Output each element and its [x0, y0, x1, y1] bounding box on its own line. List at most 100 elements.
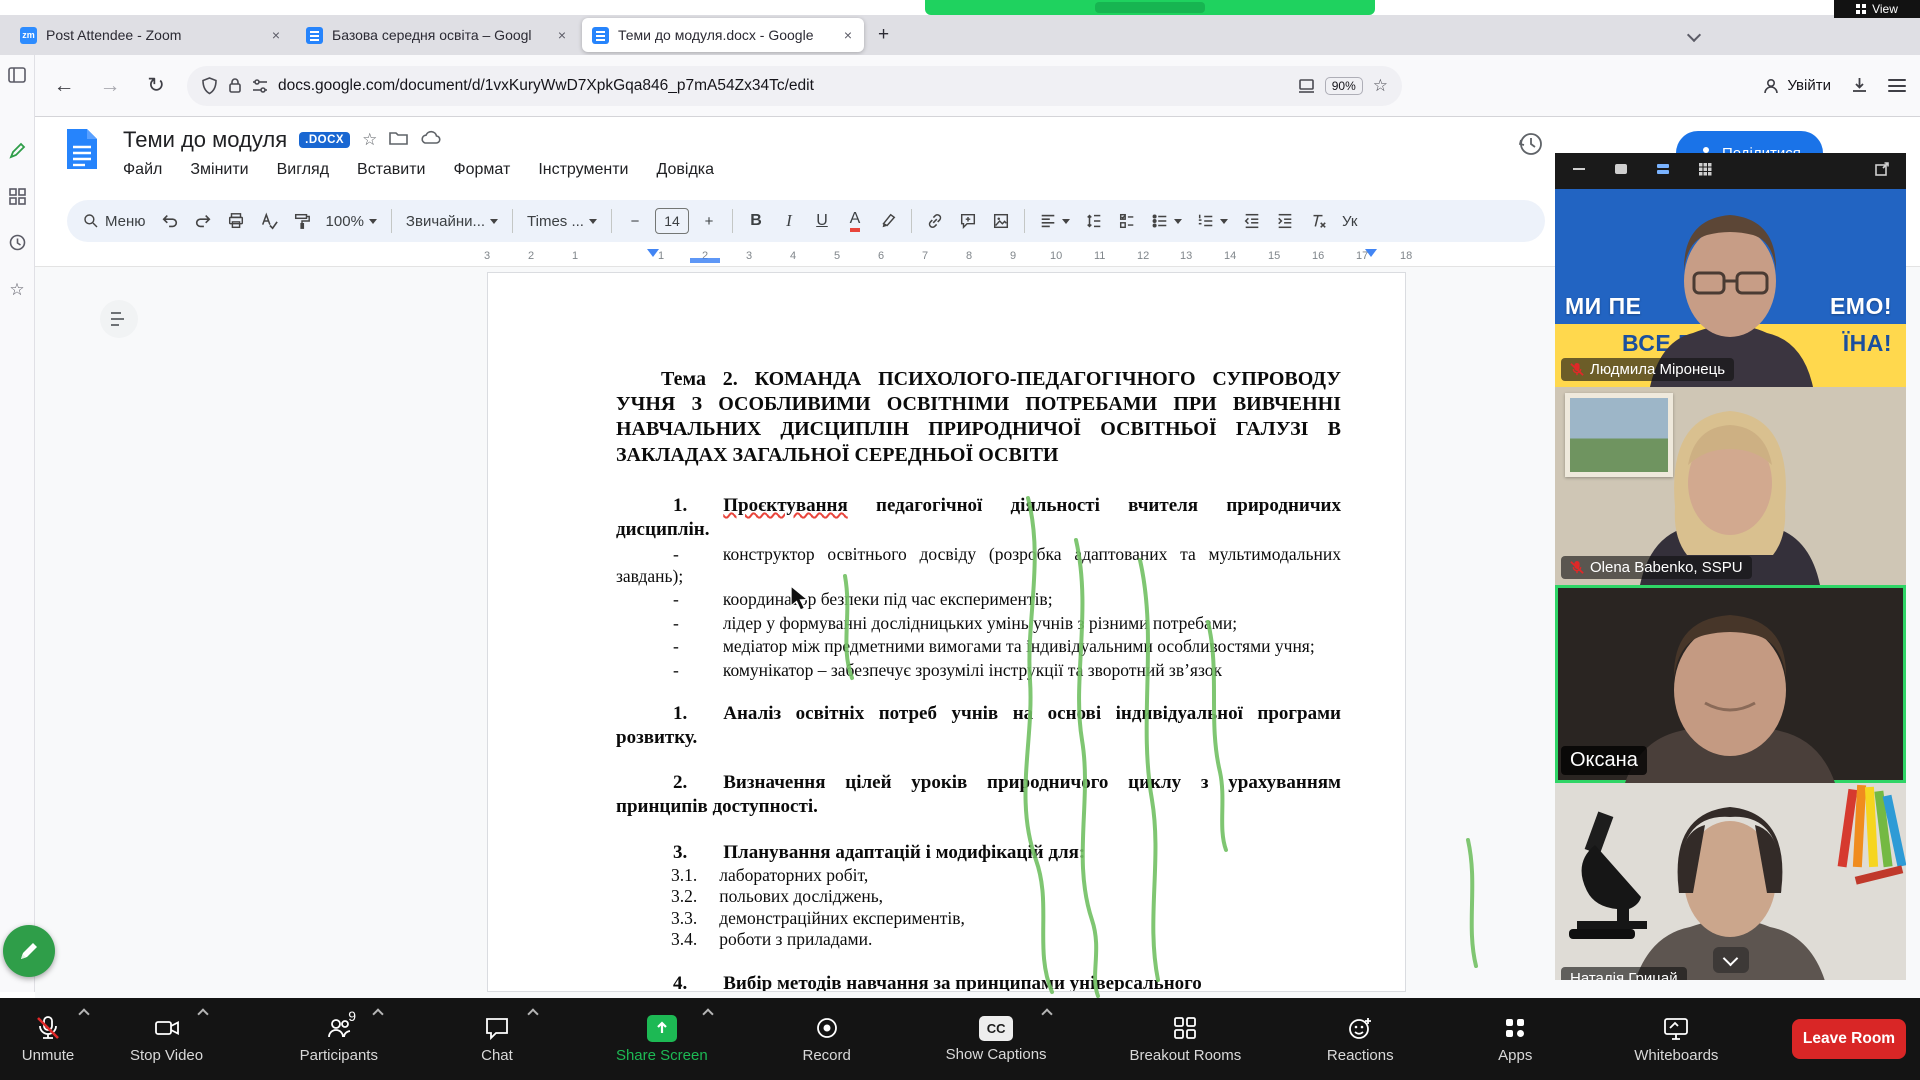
version-history-icon[interactable]: [1518, 131, 1544, 162]
chevron-up-icon[interactable]: [197, 1008, 208, 1019]
close-icon[interactable]: ×: [556, 26, 568, 44]
document-outline-button[interactable]: [100, 300, 138, 338]
new-tab-button[interactable]: +: [868, 24, 899, 46]
video-tile-lyudmyla[interactable]: МИ ПЕ ЕМО! ВСЕ Б ЇНА! Людмила Міронець: [1555, 189, 1906, 387]
bold-button[interactable]: B: [743, 206, 769, 236]
permissions-sliders-icon[interactable]: [252, 79, 268, 93]
apps-button[interactable]: Apps: [1479, 1004, 1551, 1074]
add-comment-icon[interactable]: [955, 206, 981, 236]
menus-search-button[interactable]: Меню: [79, 213, 150, 230]
clear-formatting-icon[interactable]: [1305, 206, 1331, 236]
chat-button[interactable]: Chat: [461, 1004, 533, 1074]
font-size-increase-button[interactable]: +: [696, 206, 722, 236]
chevron-up-icon[interactable]: [372, 1008, 383, 1019]
chevron-up-icon[interactable]: [78, 1008, 89, 1019]
insert-link-icon[interactable]: [922, 206, 948, 236]
save-page-icon[interactable]: [1298, 78, 1315, 94]
font-size-field[interactable]: 14: [655, 208, 689, 234]
menu-edit[interactable]: Змінити: [190, 161, 248, 179]
font-size-decrease-button[interactable]: −: [622, 206, 648, 236]
left-indent-marker[interactable]: [647, 249, 659, 257]
italic-button[interactable]: I: [776, 206, 802, 236]
annotate-pen-icon[interactable]: [9, 142, 26, 164]
video-tile-olena[interactable]: Olena Babenko, SSPU: [1555, 387, 1906, 585]
star-document-icon[interactable]: ☆: [362, 130, 377, 150]
menu-view[interactable]: Вигляд: [277, 161, 329, 179]
gallery-view-icon[interactable]: [1697, 161, 1713, 182]
close-icon[interactable]: ×: [842, 26, 854, 44]
bookmarks-star-icon[interactable]: ☆: [9, 280, 24, 300]
url-bar[interactable]: docs.google.com/document/d/1vxKuryWwD7Xp…: [187, 66, 1402, 106]
document-page[interactable]: Тема 2. КОМАНДА ПСИХОЛОГО-ПЕДАГОГІЧНОГО …: [487, 272, 1406, 992]
reactions-button[interactable]: Reactions: [1324, 1004, 1396, 1074]
tab-bazova-serednya-osvita[interactable]: Базова середня освіта – Googl ×: [296, 18, 578, 52]
undo-icon[interactable]: [157, 206, 183, 236]
menu-tools[interactable]: Інструменти: [538, 161, 628, 179]
bookmark-star-icon[interactable]: ☆: [1373, 76, 1388, 96]
menu-format[interactable]: Формат: [453, 161, 510, 179]
leave-room-button[interactable]: Leave Room: [1792, 1019, 1906, 1059]
video-tile-oksana[interactable]: Оксана: [1555, 585, 1906, 783]
zoom-view-menu[interactable]: View: [1834, 0, 1920, 18]
menu-insert[interactable]: Вставити: [357, 161, 425, 179]
history-clock-icon[interactable]: [9, 234, 26, 256]
numbered-list-select[interactable]: [1193, 212, 1232, 230]
move-folder-icon[interactable]: [389, 130, 408, 151]
spellcheck-icon[interactable]: [256, 206, 282, 236]
share-screen-button[interactable]: Share Screen: [616, 1004, 708, 1074]
text-color-button[interactable]: A: [850, 211, 861, 232]
checklist-icon[interactable]: [1114, 206, 1140, 236]
print-icon[interactable]: [223, 206, 249, 236]
record-button[interactable]: Record: [791, 1004, 863, 1074]
highlight-color-icon[interactable]: [875, 206, 901, 236]
increase-indent-icon[interactable]: [1272, 206, 1298, 236]
participants-button[interactable]: 9 Participants: [300, 1004, 378, 1074]
show-captions-button[interactable]: CC Show Captions: [946, 1004, 1047, 1074]
cloud-status-icon[interactable]: [420, 130, 441, 150]
paragraph-style-select[interactable]: Звичайни...: [402, 213, 502, 230]
lock-icon[interactable]: [228, 77, 242, 94]
menu-file[interactable]: Файл: [123, 161, 162, 179]
tab-zoom-post-attendee[interactable]: zm Post Attendee - Zoom ×: [10, 18, 292, 52]
video-tile-nataliya[interactable]: Наталія Грицай: [1555, 783, 1906, 980]
blocks-icon[interactable]: [9, 188, 26, 210]
unmute-button[interactable]: Unmute: [12, 1004, 84, 1074]
firefox-signin-button[interactable]: Увійти: [1762, 77, 1831, 95]
downloads-icon[interactable]: [1851, 77, 1868, 94]
chevron-up-icon[interactable]: [702, 1008, 713, 1019]
chevron-up-icon[interactable]: [527, 1008, 538, 1019]
shield-icon[interactable]: [201, 77, 218, 95]
reload-button[interactable]: ↻: [141, 73, 171, 98]
paint-format-icon[interactable]: [289, 206, 315, 236]
strip-view-icon[interactable]: [1655, 161, 1671, 182]
decrease-indent-icon[interactable]: [1239, 206, 1265, 236]
close-icon[interactable]: ×: [270, 26, 282, 44]
minimize-panel-icon[interactable]: [1571, 161, 1587, 182]
align-select[interactable]: [1035, 212, 1074, 230]
redo-icon[interactable]: [190, 206, 216, 236]
collapse-gallery-button[interactable]: [1713, 947, 1749, 973]
sidebar-toggle-icon[interactable]: [8, 67, 26, 88]
google-docs-icon[interactable]: [65, 127, 99, 176]
line-spacing-icon[interactable]: [1081, 206, 1107, 236]
font-select[interactable]: Times ...: [523, 213, 601, 230]
popout-panel-icon[interactable]: [1874, 161, 1890, 182]
zoom-select[interactable]: 100%: [322, 213, 381, 230]
back-button[interactable]: ←: [49, 74, 79, 98]
speaker-view-icon[interactable]: [1613, 161, 1629, 182]
underline-button[interactable]: U: [809, 206, 835, 236]
page-zoom-badge[interactable]: 90%: [1325, 77, 1363, 95]
tab-temy-do-modulya[interactable]: Теми до модуля.docx - Google ×: [582, 18, 864, 52]
right-indent-marker[interactable]: [1365, 249, 1377, 257]
forward-button[interactable]: →: [95, 74, 125, 98]
insert-image-icon[interactable]: [988, 206, 1014, 236]
stop-video-button[interactable]: Stop Video: [130, 1004, 203, 1074]
annotation-pen-button[interactable]: [3, 925, 55, 977]
whiteboards-button[interactable]: Whiteboards: [1634, 1004, 1718, 1074]
breakout-rooms-button[interactable]: Breakout Rooms: [1130, 1004, 1242, 1074]
menu-help[interactable]: Довідка: [656, 161, 714, 179]
input-language-label[interactable]: Ук: [1338, 213, 1361, 230]
bulleted-list-select[interactable]: [1147, 212, 1186, 230]
chevron-up-icon[interactable]: [1041, 1008, 1052, 1019]
menu-hamburger-icon[interactable]: [1888, 79, 1906, 92]
